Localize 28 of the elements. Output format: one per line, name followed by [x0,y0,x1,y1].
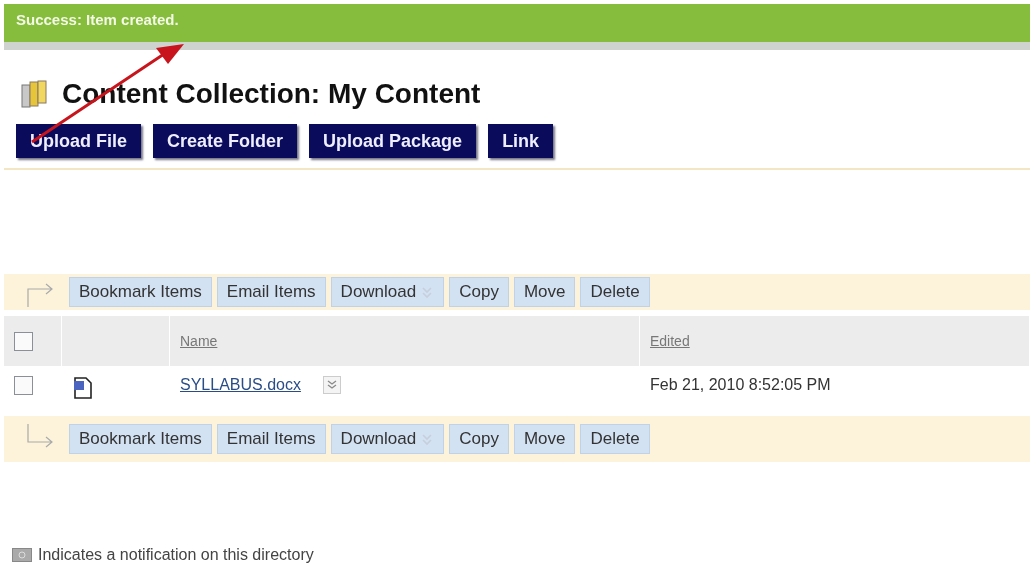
file-link[interactable]: SYLLABUS.docx [180,376,301,394]
select-all-checkbox[interactable] [14,331,33,351]
success-banner: Success: Item created. [4,4,1030,50]
primary-button[interactable]: Upload Package [309,124,477,158]
books-icon [20,79,48,109]
row-checkbox[interactable] [14,376,33,395]
action-button[interactable]: Move [513,424,576,454]
edited-date: Feb 21, 2010 8:52:05 PM [650,376,831,394]
action-button[interactable]: Bookmark Items [69,277,212,307]
document-icon [72,376,94,400]
action-button[interactable]: Move [513,277,576,307]
legend-text: Indicates a notification on this directory [38,546,314,564]
action-button[interactable]: Bookmark Items [69,424,212,454]
action-button[interactable]: Delete [580,424,650,454]
notification-icon [12,548,32,562]
action-button[interactable]: Download [330,424,445,454]
chevron-down-icon[interactable] [322,376,341,394]
action-button[interactable]: Email Items [216,277,326,307]
action-button[interactable]: Email Items [216,424,326,454]
column-header[interactable]: Name [180,333,218,349]
action-button[interactable]: Delete [580,277,650,307]
column-header[interactable]: Edited [650,333,690,349]
action-button[interactable]: Download [330,277,445,307]
primary-button[interactable]: Upload File [16,124,141,158]
primary-button[interactable]: Create Folder [153,124,298,158]
primary-button[interactable]: Link [488,124,554,158]
action-button[interactable]: Copy [449,424,509,454]
action-button[interactable]: Copy [449,277,509,307]
